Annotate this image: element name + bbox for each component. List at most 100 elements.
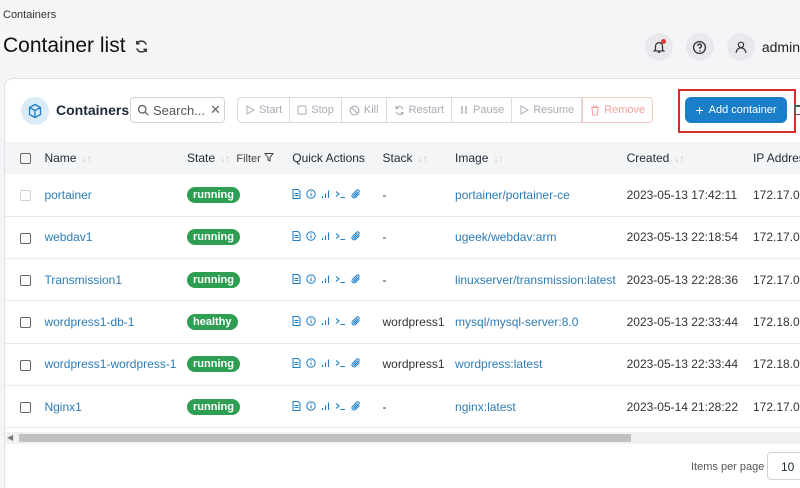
info-icon[interactable]: [306, 274, 316, 284]
stats-icon[interactable]: [321, 358, 330, 368]
created-cell: 2023-05-14 21:28:22: [626, 399, 739, 414]
console-icon[interactable]: [335, 189, 346, 199]
attach-icon[interactable]: [351, 231, 361, 241]
stack-cell: -: [382, 399, 387, 414]
items-per-page-select[interactable]: 10: [767, 452, 800, 480]
ip-cell: 172.18.0.2: [752, 315, 800, 330]
image-link[interactable]: portainer/portainer-ce: [455, 188, 570, 202]
resume-button[interactable]: Resume: [512, 97, 583, 123]
trash-icon-partial[interactable]: [794, 105, 800, 115]
console-icon[interactable]: [335, 274, 346, 284]
container-name-link[interactable]: portainer: [44, 188, 91, 202]
cube-icon: [21, 97, 49, 125]
remove-button[interactable]: Remove: [582, 97, 654, 123]
container-name-link[interactable]: wordpress1-wordpress-1: [44, 357, 176, 371]
logs-icon[interactable]: [292, 358, 301, 369]
info-icon[interactable]: [306, 400, 316, 411]
refresh-icon[interactable]: [134, 39, 149, 54]
sort-icon: ↓↑: [220, 154, 231, 165]
info-icon[interactable]: [306, 358, 316, 369]
console-icon[interactable]: [335, 358, 346, 368]
search-placeholder: Search...: [153, 102, 206, 118]
horizontal-scrollbar[interactable]: ◀: [5, 432, 800, 444]
created-cell: 2023-05-13 22:18:54: [626, 230, 739, 245]
stats-icon[interactable]: [321, 189, 330, 199]
header-actions: admin: [632, 33, 800, 61]
logs-icon[interactable]: [292, 231, 301, 242]
user-name[interactable]: admin: [762, 39, 800, 55]
logs-icon[interactable]: [292, 400, 301, 411]
start-label: Start: [259, 104, 283, 116]
help-button[interactable]: [685, 33, 714, 61]
attach-icon[interactable]: [351, 316, 361, 326]
stop-button[interactable]: Stop: [290, 97, 342, 123]
image-link[interactable]: nginx:latest: [455, 400, 516, 414]
attach-icon[interactable]: [351, 358, 361, 368]
info-icon[interactable]: [306, 231, 316, 242]
container-name-link[interactable]: wordpress1-db-1: [44, 315, 134, 329]
column-image[interactable]: Image ↓↑: [455, 142, 627, 174]
row-checkbox[interactable]: [20, 317, 31, 329]
add-container-button[interactable]: + Add container: [685, 97, 787, 123]
scroll-thumb[interactable]: [19, 434, 631, 442]
attach-icon[interactable]: [351, 189, 361, 199]
column-created[interactable]: Created ↓↑: [627, 142, 753, 174]
stats-icon[interactable]: [321, 274, 330, 284]
kill-label: Kill: [363, 104, 379, 116]
table-row: webdav1 running - ugeek/webdav:arm 2023-…: [5, 216, 800, 259]
column-stack[interactable]: Stack ↓↑: [383, 142, 456, 174]
user-menu-button[interactable]: [726, 33, 755, 61]
column-name[interactable]: Name ↓↑: [44, 142, 187, 174]
row-checkbox[interactable]: [20, 275, 31, 287]
quick-actions: [292, 188, 361, 199]
logs-icon[interactable]: [292, 188, 301, 199]
stats-icon[interactable]: [321, 401, 330, 411]
container-name-link[interactable]: Transmission1: [44, 273, 122, 287]
column-quick-actions: Quick Actions: [292, 151, 365, 165]
created-cell: 2023-05-13 17:42:11: [626, 187, 738, 202]
logs-icon[interactable]: [292, 273, 301, 284]
column-state[interactable]: State ↓↑ Filter: [187, 142, 292, 174]
column-ip[interactable]: IP Address: [753, 142, 800, 174]
pause-button[interactable]: Pause: [452, 97, 513, 123]
card-header: Containers Search... ✕ Start Stop Kill R…: [5, 79, 800, 145]
container-name-link[interactable]: webdav1: [44, 230, 92, 244]
stats-icon[interactable]: [321, 316, 330, 326]
row-checkbox[interactable]: [20, 401, 31, 413]
table-row: portainer running - portainer/portainer-…: [5, 174, 800, 217]
attach-icon[interactable]: [351, 274, 361, 284]
row-checkbox[interactable]: [20, 232, 31, 244]
console-icon[interactable]: [335, 401, 346, 411]
search-input[interactable]: Search... ✕: [130, 97, 225, 123]
clear-search-icon[interactable]: ✕: [210, 102, 221, 118]
select-all-checkbox[interactable]: [20, 153, 31, 165]
image-link[interactable]: mysql/mysql-server:8.0: [455, 315, 578, 329]
image-link[interactable]: wordpress:latest: [455, 357, 542, 371]
notification-dot: [660, 39, 666, 44]
ip-cell: 172.17.0.4: [752, 230, 800, 245]
created-cell: 2023-05-13 22:33:44: [626, 357, 739, 372]
console-icon[interactable]: [335, 316, 346, 326]
scroll-left-icon[interactable]: ◀: [7, 433, 13, 442]
kill-button[interactable]: Kill: [341, 97, 387, 123]
plus-icon: +: [695, 102, 704, 118]
row-checkbox[interactable]: [20, 359, 31, 371]
console-icon[interactable]: [335, 231, 346, 241]
info-icon[interactable]: [306, 316, 316, 326]
status-badge: running: [187, 229, 240, 246]
info-icon[interactable]: [306, 189, 316, 199]
restart-button[interactable]: Restart: [386, 97, 453, 123]
notifications-button[interactable]: [644, 33, 673, 61]
search-icon: [137, 104, 149, 116]
ip-cell: 172.17.0.2: [752, 399, 800, 414]
attach-icon[interactable]: [351, 400, 361, 411]
image-link[interactable]: ugeek/webdav:arm: [455, 230, 556, 244]
status-badge: running: [187, 186, 240, 203]
logs-icon[interactable]: [292, 316, 301, 327]
filter-button[interactable]: Filter: [236, 153, 274, 165]
container-name-link[interactable]: Nginx1: [44, 400, 81, 414]
start-button[interactable]: Start: [237, 97, 291, 123]
stats-icon[interactable]: [321, 231, 330, 241]
table-row: Nginx1 running - nginx:latest 2023-05-14…: [5, 385, 800, 428]
image-link[interactable]: linuxserver/transmission:latest: [455, 273, 616, 287]
